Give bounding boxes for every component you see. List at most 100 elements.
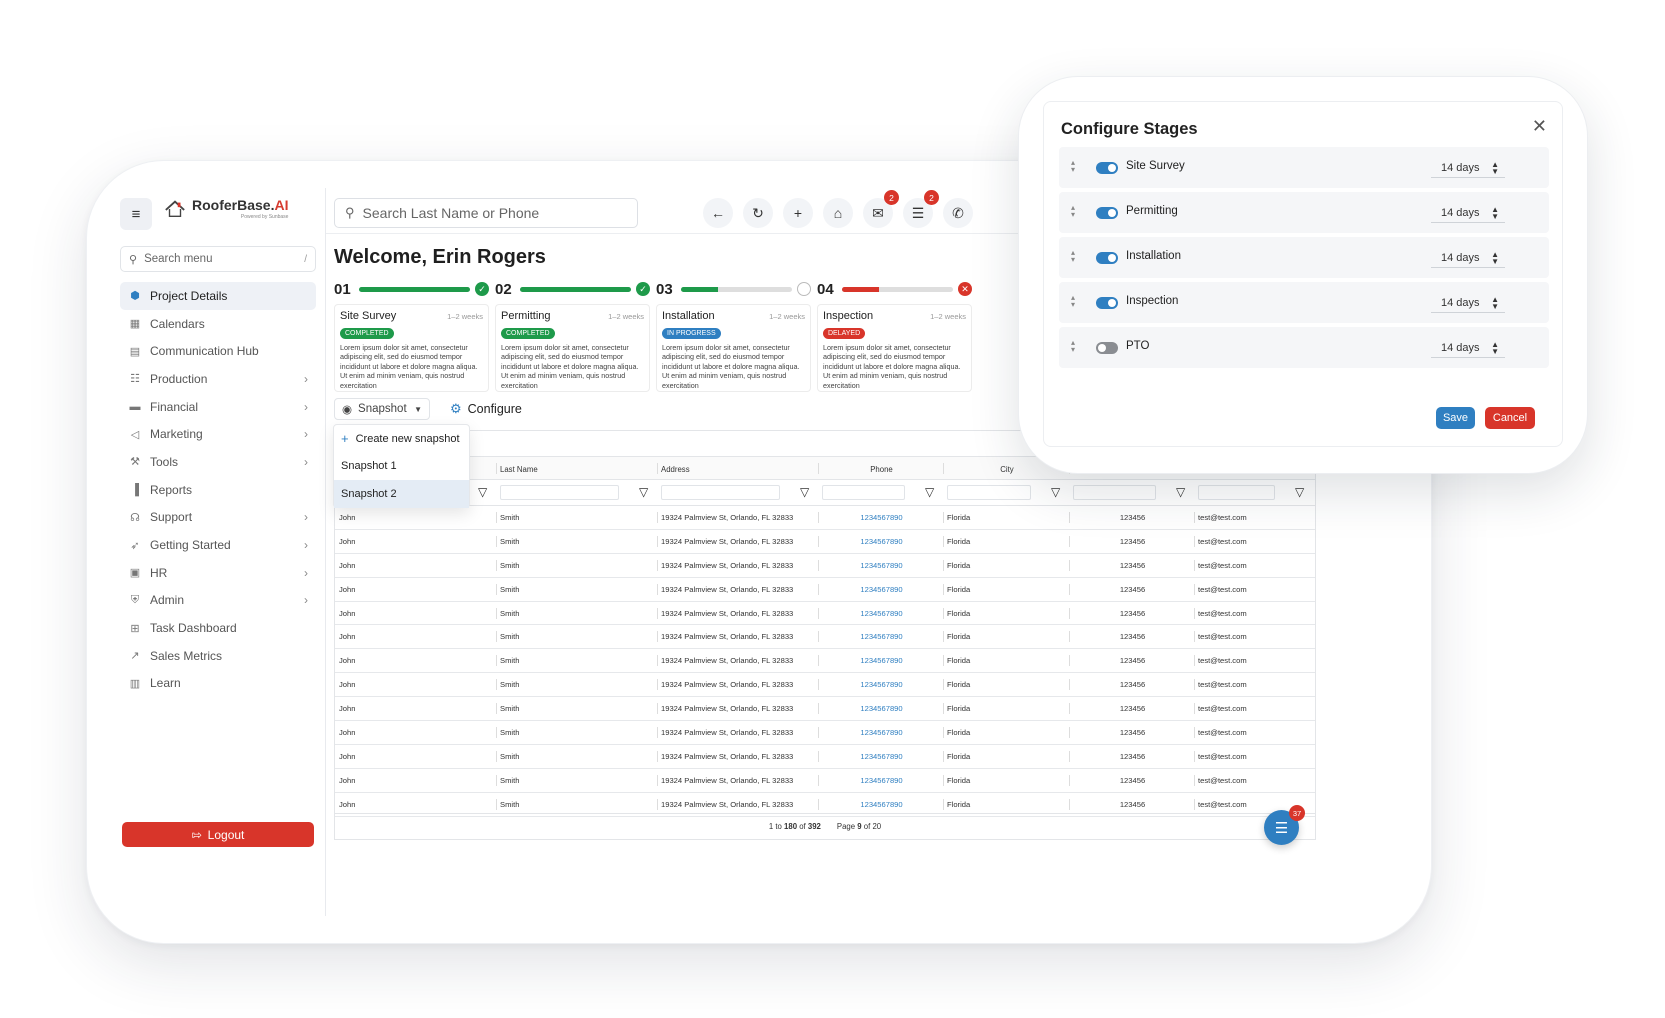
sidebar-item-hr[interactable]: ▣ HR › [120,559,316,587]
table-row[interactable]: John Smith 19324 Palmview St, Orlando, FL … [335,769,1315,793]
table-row[interactable]: John Smith 19324 Palmview St, Orlando, FL … [335,673,1315,698]
table-row[interactable]: John Smith 19324 Palmview St, Orlando, FL … [335,578,1315,602]
snapshot-dropdown[interactable]: ◉ Snapshot ▼ [334,398,430,420]
sidebar-item-tools[interactable]: ⚒ Tools › [120,448,316,476]
table-row[interactable]: John Smith 19324 Palmview St, Orlando, FL … [335,530,1315,554]
save-button[interactable]: Save [1436,407,1475,429]
sidebar-item-task-dashboard[interactable]: ⊞ Task Dashboard [120,614,316,642]
filter-icon[interactable]: ▽ [1051,485,1060,499]
drag-handle-icon[interactable]: ▴ ▾ [1071,204,1075,219]
stepper-arrows-icon[interactable]: ▲ ▼ [1491,251,1499,266]
column-divider[interactable] [943,463,944,474]
stage-toggle[interactable] [1096,252,1118,264]
phone-button[interactable]: ✆ [943,198,973,228]
stepper-arrows-icon[interactable]: ▲ ▼ [1491,206,1499,221]
add-button[interactable]: + [783,198,813,228]
phone-link[interactable]: 1234567890 [822,554,941,577]
days-stepper-input[interactable]: 14 days ▲ ▼ [1431,338,1505,358]
column-divider[interactable] [818,463,819,474]
chat-fab-button[interactable]: ☰ 37 [1264,805,1305,845]
stepper-arrows-icon[interactable]: ▲ ▼ [1491,341,1499,356]
phone-link[interactable]: 1234567890 [822,721,941,744]
column-filter-input[interactable] [1073,485,1156,500]
filter-icon[interactable]: ▽ [478,485,487,499]
table-row[interactable]: John Smith 19324 Palmview St, Orlando, FL … [335,697,1315,722]
table-row[interactable]: John Smith 19324 Palmview St, Orlando, FL … [335,506,1315,530]
filter-icon[interactable]: ▽ [639,485,648,499]
snapshot-item-selected[interactable]: Snapshot 2 [334,480,469,508]
phone-link[interactable]: 1234567890 [822,745,941,768]
phone-link[interactable]: 1234567890 [822,530,941,553]
stage-toggle[interactable] [1096,342,1118,354]
filter-icon[interactable]: ▽ [1295,485,1304,499]
phone-link[interactable]: 1234567890 [822,602,941,625]
global-search-input[interactable]: ⚲ Search Last Name or Phone [334,198,638,228]
column-filter-input[interactable] [661,485,780,500]
stage-config-row[interactable]: ▴ ▾ Permitting 14 days ▲ ▼ [1059,192,1549,233]
table-row[interactable]: John Smith 19324 Palmview St, Orlando, FL … [335,649,1315,674]
mail-button[interactable]: ✉ 2 [863,190,899,228]
refresh-button[interactable]: ↻ [743,198,773,228]
stepper-arrows-icon[interactable]: ▲ ▼ [1491,296,1499,311]
table-row[interactable]: John Smith 19324 Palmview St, Orlando, FL … [335,721,1315,745]
sidebar-item-communication-hub[interactable]: ▤ Communication Hub [120,337,316,365]
stage-config-row[interactable]: ▴ ▾ Site Survey 14 days ▲ ▼ [1059,147,1549,188]
table-row[interactable]: John Smith 19324 Palmview St, Orlando, FL … [335,554,1315,578]
days-stepper-input[interactable]: 14 days ▲ ▼ [1431,248,1505,268]
stage-card[interactable]: Inspection 1–2 weeks DELAYED Lorem ipsum do… [817,304,972,392]
sidebar-item-admin[interactable]: ⛨ Admin › [120,587,316,615]
stage-config-row[interactable]: ▴ ▾ Inspection 14 days ▲ ▼ [1059,282,1549,323]
stepper-arrows-icon[interactable]: ▲ ▼ [1491,161,1499,176]
filter-icon[interactable]: ▽ [1176,485,1185,499]
table-row[interactable]: John Smith 19324 Palmview St, Orlando, FL … [335,602,1315,626]
snapshot-item[interactable]: Snapshot 1 [334,453,469,481]
sidebar-item-learn[interactable]: ▥ Learn [120,670,316,698]
phone-link[interactable]: 1234567890 [822,769,941,792]
stage-card[interactable]: Installation 1–2 weeks IN PROGRESS Lorem ip… [656,304,811,392]
days-stepper-input[interactable]: 14 days ▲ ▼ [1431,293,1505,313]
home-button[interactable]: ⌂ [823,198,853,228]
table-row[interactable]: John Smith 19324 Palmview St, Orlando, FL … [335,625,1315,650]
stage-config-row[interactable]: ▴ ▾ Installation 14 days ▲ ▼ [1059,237,1549,278]
close-icon[interactable]: ✕ [1532,116,1547,137]
table-row[interactable]: John Smith 19324 Palmview St, Orlando, FL … [335,745,1315,769]
phone-link[interactable]: 1234567890 [822,697,941,720]
back-button[interactable]: ← [703,198,733,228]
phone-link[interactable]: 1234567890 [822,625,941,648]
configure-button[interactable]: ⚙ Configure [450,398,522,420]
sidebar-item-project-details[interactable]: ⬢ Project Details [120,282,316,310]
stage-toggle[interactable] [1096,162,1118,174]
phone-link[interactable]: 1234567890 [822,506,941,529]
stage-config-row[interactable]: ▴ ▾ PTO 14 days ▲ ▼ [1059,327,1549,368]
stage-toggle[interactable] [1096,207,1118,219]
create-snapshot-item[interactable]: + Create new snapshot [334,425,469,453]
sidebar-item-support[interactable]: ☊ Support › [120,504,316,532]
column-header[interactable]: Address [661,457,816,481]
logout-button[interactable]: ⇰ Logout [122,822,314,847]
column-filter-input[interactable] [947,485,1031,500]
filter-icon[interactable]: ▽ [925,485,934,499]
stage-card[interactable]: Permitting 1–2 weeks COMPLETED Lorem ipsum … [495,304,650,392]
menu-search-input[interactable]: ⚲ Search menu / [120,246,316,272]
column-header[interactable]: Last Name [500,457,655,481]
phone-link[interactable]: 1234567890 [822,578,941,601]
column-filter-input[interactable] [500,485,619,500]
collapse-sidebar-button[interactable]: ≡ [120,198,152,230]
phone-link[interactable]: 1234567890 [822,649,941,672]
sidebar-item-production[interactable]: ☷ Production › [120,365,316,393]
column-divider[interactable] [657,463,658,474]
column-divider[interactable] [496,463,497,474]
days-stepper-input[interactable]: 14 days ▲ ▼ [1431,203,1505,223]
column-header[interactable]: Phone [822,457,941,481]
sidebar-item-reports[interactable]: ▐ Reports [120,476,316,504]
drag-handle-icon[interactable]: ▴ ▾ [1071,159,1075,174]
column-filter-input[interactable] [1198,485,1275,500]
stage-card[interactable]: Site Survey 1–2 weeks COMPLETED Lorem ipsum… [334,304,489,392]
sidebar-item-calendars[interactable]: ▦ Calendars [120,310,316,338]
column-filter-input[interactable] [822,485,905,500]
stage-toggle[interactable] [1096,297,1118,309]
sidebar-item-sales-metrics[interactable]: ↗ Sales Metrics [120,642,316,670]
filter-icon[interactable]: ▽ [800,485,809,499]
sidebar-item-financial[interactable]: ▬ Financial › [120,393,316,421]
cancel-button[interactable]: Cancel [1485,407,1535,429]
